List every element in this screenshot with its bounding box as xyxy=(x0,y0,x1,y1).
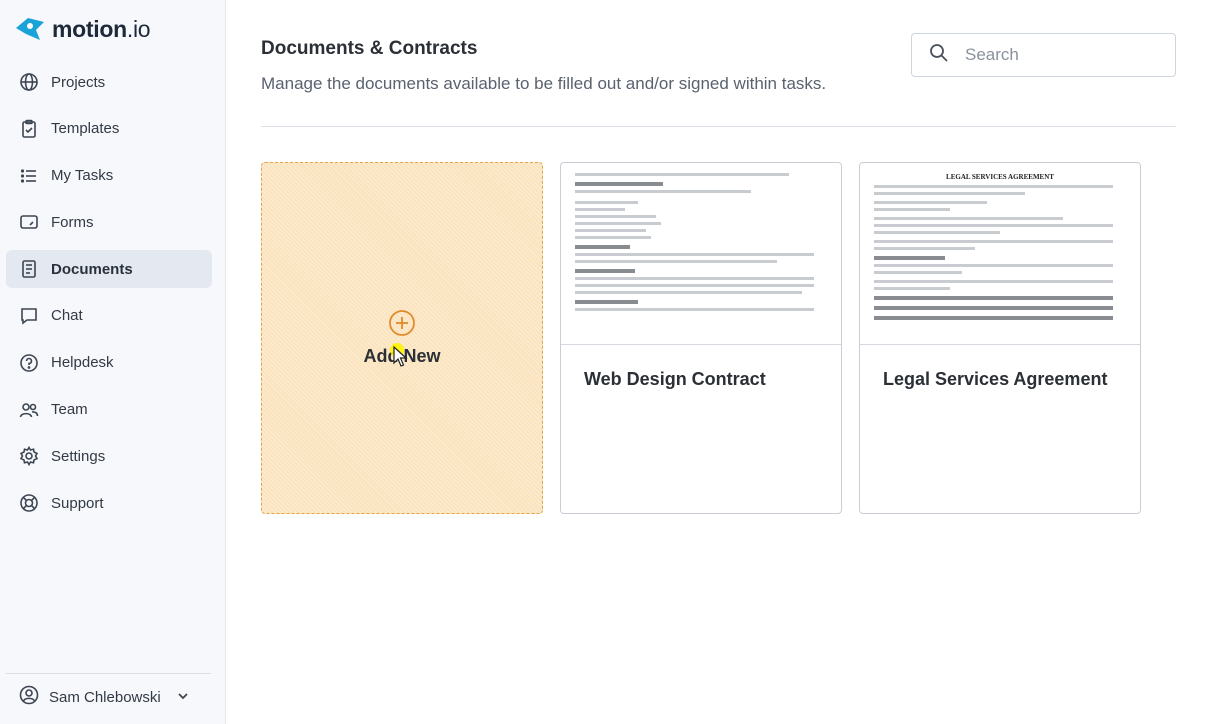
main-content: Documents & Contracts Manage the documen… xyxy=(226,0,1208,724)
document-title: Web Design Contract xyxy=(584,369,766,389)
sidebar-item-helpdesk[interactable]: Helpdesk xyxy=(6,344,212,382)
sidebar-item-team[interactable]: Team xyxy=(6,391,212,429)
gear-icon xyxy=(19,446,39,467)
document-card-legal-services-agreement[interactable]: LEGAL SERVICES AGREEMENT Legal Services … xyxy=(859,162,1141,514)
page-subtitle: Manage the documents available to be fil… xyxy=(261,74,827,93)
document-preview-heading: LEGAL SERVICES AGREEMENT xyxy=(946,173,1054,181)
document-card-web-design-contract[interactable]: Web Design Contract xyxy=(560,162,842,514)
document-icon xyxy=(19,259,39,279)
sidebar: motion.io Projects Templates My Tasks Fo… xyxy=(0,0,226,724)
document-preview xyxy=(561,163,841,345)
logo[interactable]: motion.io xyxy=(14,14,151,44)
document-title: Legal Services Agreement xyxy=(883,369,1108,389)
plus-circle-icon xyxy=(388,309,416,342)
add-new-card[interactable]: Add New xyxy=(261,162,543,514)
chevron-down-icon[interactable] xyxy=(171,689,189,707)
sidebar-item-label: Settings xyxy=(51,447,106,465)
search-input[interactable] xyxy=(965,45,1165,65)
search-icon xyxy=(929,43,949,68)
sidebar-item-projects[interactable]: Projects xyxy=(6,63,212,101)
sidebar-item-label: Chat xyxy=(51,307,83,325)
sidebar-item-label: Templates xyxy=(51,120,120,138)
sidebar-nav: Projects Templates My Tasks Forms Docume… xyxy=(6,63,212,531)
sidebar-item-label: Helpdesk xyxy=(51,354,114,372)
list-icon xyxy=(19,166,39,186)
chat-icon xyxy=(19,306,39,326)
logo-text: motion.io xyxy=(52,15,151,42)
help-icon xyxy=(19,353,39,373)
clipboard-icon xyxy=(19,119,39,139)
sidebar-item-label: Projects xyxy=(51,73,106,91)
sidebar-item-label: Documents xyxy=(51,260,133,278)
sidebar-item-label: Support xyxy=(51,494,104,512)
sidebar-item-label: My Tasks xyxy=(51,167,114,185)
sidebar-divider xyxy=(6,673,211,674)
document-preview: LEGAL SERVICES AGREEMENT xyxy=(860,163,1140,345)
globe-icon xyxy=(19,72,39,92)
user-name: Sam Chlebowski xyxy=(49,689,161,706)
form-icon xyxy=(19,212,39,232)
sidebar-item-templates[interactable]: Templates xyxy=(6,110,212,148)
sidebar-item-label: Team xyxy=(51,401,88,419)
header-divider xyxy=(261,126,1176,127)
sidebar-item-label: Forms xyxy=(51,213,94,231)
lifebuoy-icon xyxy=(19,493,39,513)
user-avatar-icon xyxy=(19,685,39,710)
sidebar-item-support[interactable]: Support xyxy=(6,484,212,522)
sidebar-item-chat[interactable]: Chat xyxy=(6,297,212,335)
sidebar-item-forms[interactable]: Forms xyxy=(6,203,212,241)
app-window: motion.io Projects Templates My Tasks Fo… xyxy=(0,0,1208,724)
sidebar-item-settings[interactable]: Settings xyxy=(6,437,212,475)
sidebar-item-documents[interactable]: Documents xyxy=(6,250,212,289)
page-title: Documents & Contracts xyxy=(261,38,478,59)
sidebar-item-my-tasks[interactable]: My Tasks xyxy=(6,157,212,195)
logo-mark-icon xyxy=(16,18,44,40)
search-box[interactable] xyxy=(911,33,1176,77)
mouse-cursor-icon xyxy=(390,343,409,373)
team-icon xyxy=(19,400,39,420)
user-menu[interactable]: Sam Chlebowski xyxy=(19,685,189,710)
